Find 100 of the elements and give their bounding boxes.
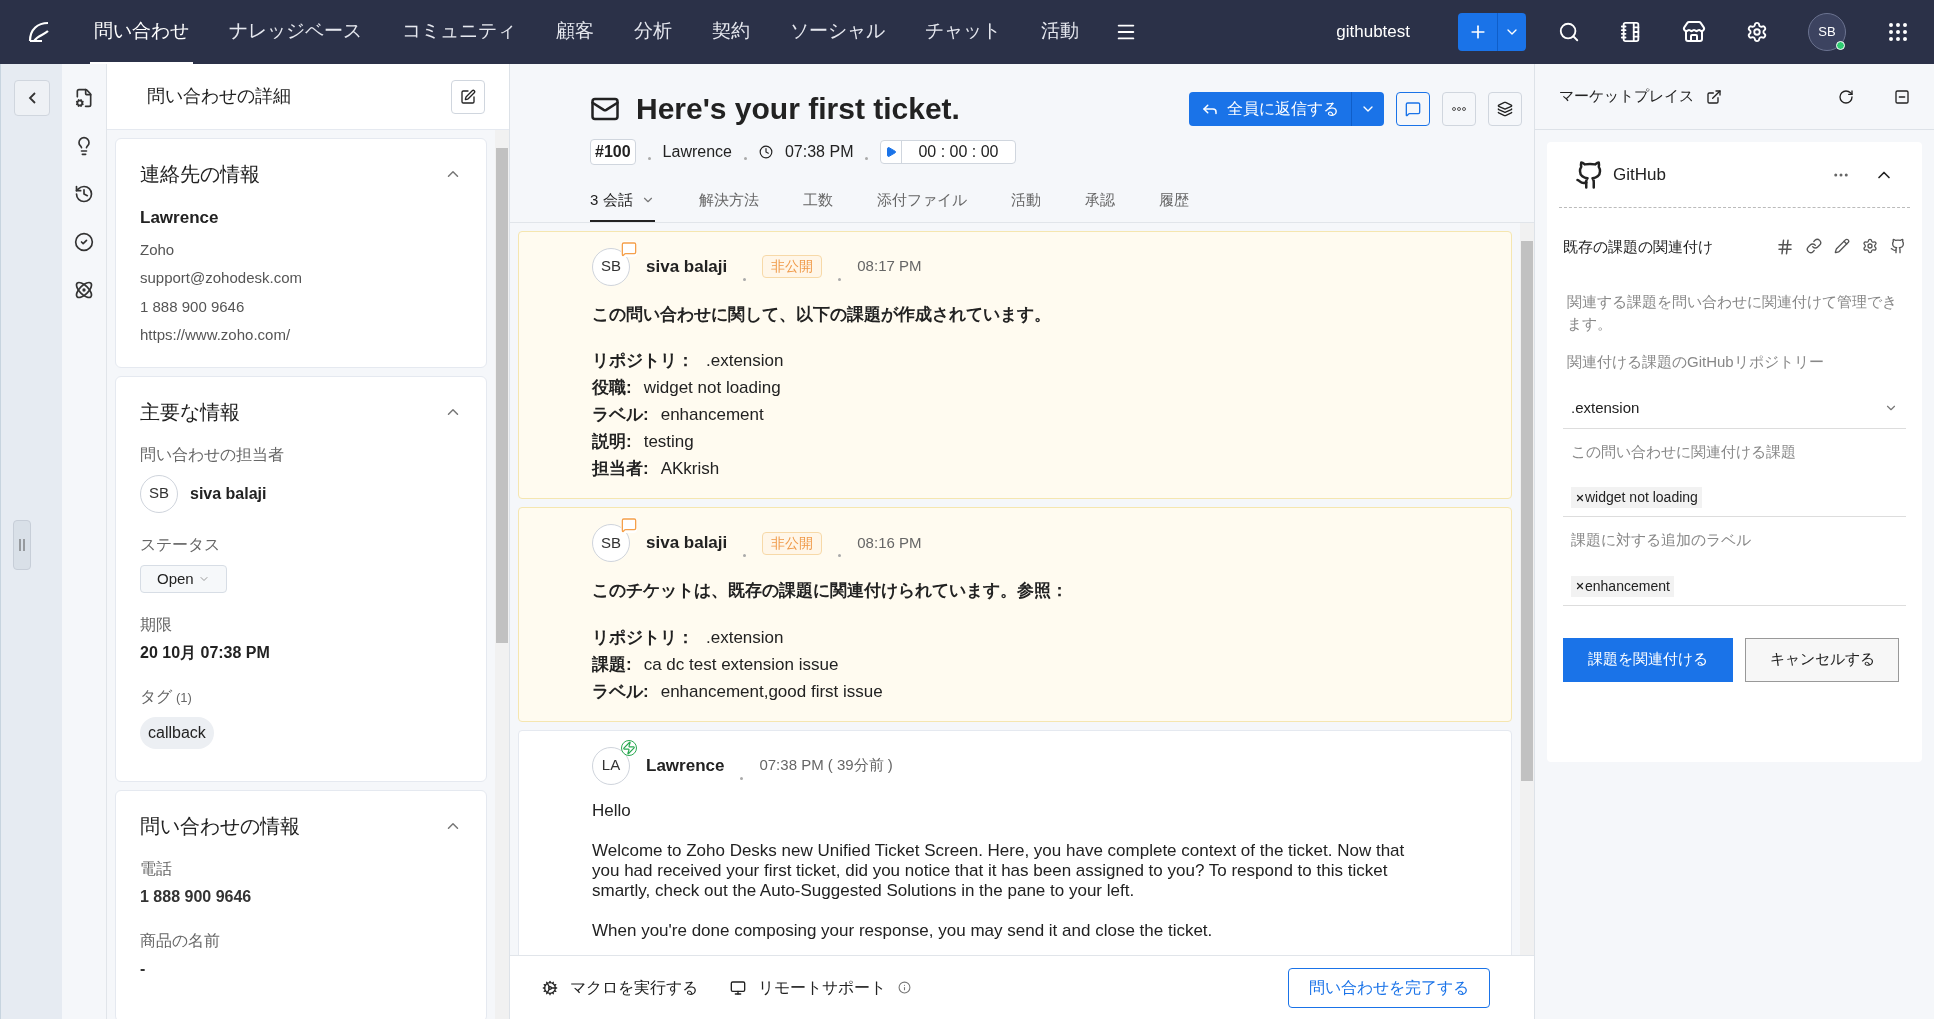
tag-count: (1)	[176, 689, 192, 707]
apps-grid-icon[interactable]	[1886, 20, 1910, 44]
field-value: enhancement,good first issue	[660, 680, 883, 703]
ticket-tab[interactable]: 添付ファイル	[876, 189, 967, 222]
timer[interactable]: 00 : 00 : 00	[880, 140, 1016, 164]
ticket-subject: Here's your first ticket.	[636, 91, 960, 127]
panel-title: 問い合わせの詳細	[147, 85, 291, 108]
message-paragraph: When you're done composing your response, you may send it and close the ticket.	[592, 920, 1214, 941]
contact-website[interactable]: https://www.zoho.com/	[140, 324, 462, 347]
refresh-icon[interactable]	[1838, 88, 1854, 105]
nav-tab[interactable]: コミュニティ	[398, 0, 520, 64]
close-ticket-button[interactable]: 問い合わせを完了する	[1288, 967, 1490, 1008]
field-label: リポジトリ：	[592, 350, 694, 372]
field-value: enhancement	[660, 404, 764, 426]
label-chip[interactable]: enhancement	[1571, 575, 1674, 597]
section-title: 連絡先の情報	[140, 162, 260, 187]
ticket-tab[interactable]: 履歴	[1158, 189, 1189, 222]
nav-tab[interactable]: 分析	[630, 0, 676, 64]
ticket-tab[interactable]: 解決方法	[698, 189, 759, 222]
ticket-time: 07:38 PM	[784, 142, 854, 162]
store-icon[interactable]	[1682, 20, 1706, 44]
author-name: Lawrence	[646, 754, 725, 777]
section-title: 既存の課題の関連付け	[1563, 237, 1713, 257]
status-dropdown[interactable]: Open	[140, 564, 227, 593]
layers-icon	[1497, 100, 1513, 117]
field-value: ca dc test extension issue	[643, 653, 839, 676]
reply-all-button[interactable]: 全員に返信する	[1189, 91, 1384, 126]
message-time: 07:38 PM ( 39分前 )	[759, 755, 893, 776]
atom-icon[interactable]	[74, 280, 94, 300]
github-icon[interactable]	[1890, 238, 1906, 255]
history-icon[interactable]	[74, 184, 94, 204]
remove-icon[interactable]	[1575, 492, 1585, 503]
nav-tab[interactable]: 契約	[708, 0, 754, 64]
back-button[interactable]	[13, 80, 50, 116]
external-link-icon[interactable]	[1706, 88, 1722, 105]
monitor-icon	[730, 979, 746, 996]
message-paragraph: Hello	[592, 800, 632, 821]
private-badge: 非公開	[762, 255, 823, 278]
new-split-button[interactable]	[1458, 13, 1526, 51]
cancel-button[interactable]: キャンセルする	[1745, 637, 1899, 682]
tag-chip[interactable]: callback	[140, 717, 214, 749]
hash-icon[interactable]	[1776, 238, 1794, 257]
ticket-contact[interactable]: Lawrence	[662, 140, 732, 164]
settings-icon[interactable]	[1862, 238, 1878, 255]
author-name: siva balaji	[646, 532, 728, 555]
org-name[interactable]: githubtest	[1336, 19, 1410, 45]
note-icon	[621, 240, 637, 257]
nav-tab[interactable]: 顧客	[552, 0, 598, 64]
nav-tab[interactable]: チャット	[921, 0, 1005, 64]
nav-tab[interactable]: ナレッジベース	[225, 0, 366, 64]
contact-email[interactable]: support@zohodesk.com	[140, 267, 462, 290]
layers-button[interactable]	[1488, 91, 1522, 126]
contact-phone: 1 888 900 9646	[140, 296, 246, 317]
check-circle-icon[interactable]	[74, 232, 94, 252]
run-macro-button[interactable]: マクロを実行する	[542, 975, 698, 1000]
contact-name: Lawrence	[140, 207, 220, 229]
field-label: 説明:	[592, 431, 632, 453]
minimize-icon[interactable]	[1894, 88, 1910, 105]
scrollbar[interactable]	[495, 130, 509, 1019]
more-icon	[1452, 106, 1466, 111]
ticket-settings-icon[interactable]	[74, 88, 94, 108]
ticket-tab[interactable]: 工数	[802, 189, 833, 222]
due-date: 20 10月 07:38 PM	[140, 643, 271, 663]
note-icon	[621, 517, 637, 533]
gear-icon	[542, 979, 558, 996]
edit-button[interactable]	[451, 79, 485, 114]
field-value: widget not loading	[643, 377, 781, 399]
link-issue-button[interactable]: 課題を関連付ける	[1563, 637, 1733, 682]
bolt-icon	[621, 739, 637, 756]
note-heading: この問い合わせに関して、以下の課題が作成されています。	[592, 303, 1052, 326]
link-icon[interactable]	[1806, 238, 1822, 255]
field-label: タグ	[140, 687, 172, 707]
field-value: -	[140, 959, 147, 979]
pane-resize-handle[interactable]	[13, 520, 31, 570]
user-avatar[interactable]: SB	[1808, 13, 1846, 51]
field-value: 1 888 900 9646	[140, 887, 253, 907]
notes-icon[interactable]	[1620, 21, 1642, 43]
field-label: 期限	[140, 615, 173, 635]
remote-support-button[interactable]: リモートサポート	[730, 975, 911, 1000]
search-icon[interactable]	[1558, 21, 1580, 43]
field-label: 担当者:	[592, 458, 649, 480]
scrollbar[interactable]	[1520, 222, 1534, 955]
repository-select[interactable]: .extension	[1563, 397, 1906, 429]
author-name: siva balaji	[646, 255, 728, 278]
remove-icon[interactable]	[1575, 581, 1585, 591]
nav-tab[interactable]: ソーシャル	[786, 0, 889, 64]
pencil-icon[interactable]	[1834, 238, 1850, 255]
field-value: testing	[643, 431, 694, 453]
ticket-tab[interactable]: 承認	[1084, 189, 1115, 222]
field-label: 関連付ける課題のGitHubリポジトリー	[1567, 351, 1825, 372]
ticket-tab[interactable]: 活動	[1010, 189, 1041, 222]
comment-button[interactable]	[1396, 91, 1430, 126]
field-label: 電話	[140, 859, 173, 879]
field-label: リポジトリ：	[592, 626, 694, 649]
issue-chip[interactable]: widget not loading	[1571, 487, 1702, 508]
ticket-tab[interactable]: 3 会話	[590, 189, 655, 222]
field-label: 課題に対する追加のラベル	[1570, 530, 1752, 550]
nav-tab[interactable]: 活動	[1037, 0, 1083, 64]
edit-icon	[460, 88, 476, 105]
widget-title: GitHub	[1613, 163, 1666, 186]
